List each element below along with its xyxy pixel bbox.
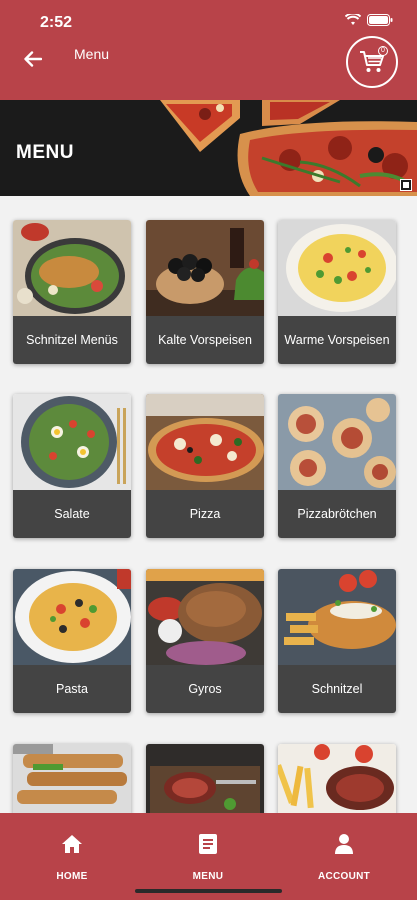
- page-title: Menu: [74, 46, 110, 62]
- nav-account-label: ACCOUNT: [317, 871, 371, 882]
- schnitzel-menu-image: [13, 220, 131, 316]
- status-icons: [345, 14, 393, 26]
- nav-menu[interactable]: MENU: [158, 831, 258, 882]
- nav-menu-label: MENU: [192, 871, 224, 882]
- category-card-schnitzel-menus[interactable]: Schnitzel Menüs: [13, 220, 131, 364]
- battery-icon: [367, 14, 393, 26]
- category-card-salate[interactable]: Salate: [13, 394, 131, 538]
- category-card-pasta[interactable]: Pasta: [13, 569, 131, 713]
- menu-book-icon: [199, 834, 217, 854]
- home-indicator: [135, 889, 282, 893]
- gyros-image: [146, 569, 264, 665]
- category-card-11[interactable]: [146, 744, 264, 813]
- nav-account[interactable]: ACCOUNT: [294, 831, 394, 882]
- category-grid: Schnitzel Menüs Kalte Vorspeisen Warme V…: [0, 196, 417, 813]
- home-icon: [62, 835, 82, 853]
- cart-button[interactable]: 0: [346, 36, 398, 88]
- category-label: Kalte Vorspeisen: [146, 316, 264, 364]
- category-card-warme-vorspeisen[interactable]: Warme Vorspeisen: [278, 220, 396, 364]
- expand-icon: [400, 179, 412, 191]
- nav-home[interactable]: HOME: [22, 831, 122, 882]
- category-card-pizzabroetchen[interactable]: Pizzabrötchen: [278, 394, 396, 538]
- back-button[interactable]: [18, 44, 48, 74]
- skewer-image: [13, 744, 131, 813]
- banner-title: MENU: [16, 142, 74, 163]
- category-label: Warme Vorspeisen: [278, 316, 396, 364]
- salate-image: [13, 394, 131, 490]
- menu-banner: MENU: [0, 100, 417, 196]
- category-label: Pasta: [13, 665, 131, 713]
- warme-vorspeisen-image: [278, 220, 396, 316]
- category-card-kalte-vorspeisen[interactable]: Kalte Vorspeisen: [146, 220, 264, 364]
- cart-count-badge: 0: [378, 46, 388, 56]
- category-label: Pizza: [146, 490, 264, 538]
- category-label: Pizzabrötchen: [278, 490, 396, 538]
- category-card-pizza[interactable]: Pizza: [146, 394, 264, 538]
- category-label: Schnitzel: [278, 665, 396, 713]
- wifi-icon: [345, 14, 361, 25]
- pasta-image: [13, 569, 131, 665]
- category-label: Salate: [13, 490, 131, 538]
- bottom-nav: HOME MENU ACCOUNT: [0, 813, 417, 900]
- person-icon: [335, 834, 353, 854]
- status-bar: 2:52: [0, 0, 417, 40]
- pizza-image: [146, 394, 264, 490]
- kalte-vorspeisen-image: [146, 220, 264, 316]
- category-label: Gyros: [146, 665, 264, 713]
- status-time: 2:52: [40, 14, 73, 31]
- category-card-gyros[interactable]: Gyros: [146, 569, 264, 713]
- category-label: Schnitzel Menüs: [13, 316, 131, 364]
- category-card-schnitzel[interactable]: Schnitzel: [278, 569, 396, 713]
- pizzabroetchen-image: [278, 394, 396, 490]
- steak-fries-image: [278, 744, 396, 813]
- category-card-10[interactable]: [13, 744, 131, 813]
- category-card-12[interactable]: [278, 744, 396, 813]
- nav-home-label: HOME: [56, 871, 88, 882]
- steak-image: [146, 744, 264, 813]
- arrow-left-icon: [24, 51, 42, 67]
- app-header: Menu 0: [0, 36, 417, 100]
- schnitzel-image: [278, 569, 396, 665]
